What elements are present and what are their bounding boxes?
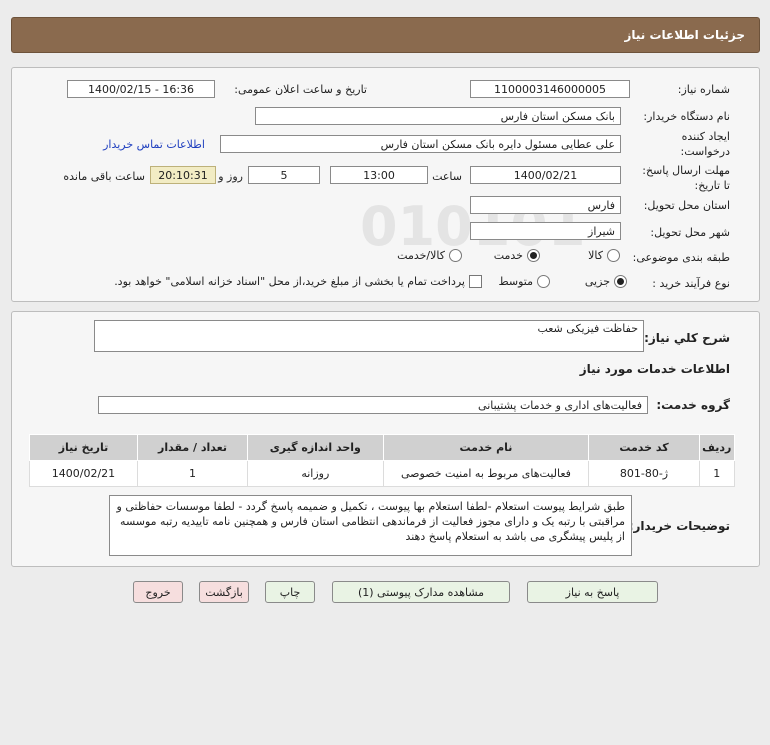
print-button[interactable]: چاپ (265, 581, 315, 603)
buyer-org-label: نام دستگاه خریدار: (643, 110, 730, 123)
city-label: شهر محل تحویل: (650, 226, 730, 239)
column-header-need-date: تاریخ نیاز (29, 434, 138, 461)
radio-selected-icon[interactable] (614, 275, 627, 288)
days-remaining-field: 5 (248, 166, 320, 184)
service-group-label: گروه خدمت: (656, 398, 730, 412)
deadline-time-label: ساعت (432, 170, 462, 183)
deadline-label-line-1: مهلت ارسال پاسخ: (642, 164, 730, 177)
summary-label: شرح کلي نياز: (644, 331, 730, 345)
back-button[interactable]: بازگشت (199, 581, 249, 603)
column-header-quantity: تعداد / مقدار (136, 434, 249, 461)
table-header-row: ردیف کد خدمت نام خدمت واحد اندازه گیری ت… (29, 434, 736, 461)
deadline-label-line-2: تا تاریخ: (694, 179, 730, 192)
column-header-service-name: نام خدمت (382, 434, 590, 461)
days-label: روز و (218, 170, 243, 183)
announce-date-label: تاریخ و ساعت اعلان عمومی: (234, 83, 367, 96)
column-header-unit: واحد اندازه گیری (247, 434, 384, 461)
services-table: ردیف کد خدمت نام خدمت واحد اندازه گیری ت… (29, 434, 736, 487)
column-header-service-code: کد خدمت (588, 434, 700, 461)
summary-field: حفاظت فیزیکی شعب (94, 320, 644, 352)
province-field: فارس (470, 196, 621, 214)
deadline-date-field: 1400/02/21 (470, 166, 621, 184)
column-header-row-number: ردیف (698, 434, 736, 461)
remaining-time-field: 20:10:31 (150, 166, 216, 184)
need-number-field: 1100003146000005 (470, 80, 630, 98)
creator-label-line-1: ایجاد کننده (681, 130, 730, 143)
reply-to-need-button[interactable]: پاسخ به نیاز (527, 581, 658, 603)
cell-need-date: 1400/02/21 (29, 460, 138, 487)
category-label: طبقه بندی موضوعی: (632, 251, 730, 264)
cell-service-name: فعالیت‌های مربوط به امنیت خصوصی (382, 460, 590, 487)
radio-icon[interactable] (607, 249, 620, 262)
creator-label-line-2: درخواست: (680, 145, 730, 158)
process-option-medium[interactable]: متوسط (498, 275, 550, 288)
province-label: استان محل تحویل: (643, 199, 730, 212)
services-table-wrapper: ردیف کد خدمت نام خدمت واحد اندازه گیری ت… (29, 434, 736, 487)
city-field: شیراز (470, 222, 621, 240)
table-row: 1 ژ-80-801 فعالیت‌های مربوط به امنیت خصو… (29, 460, 736, 487)
exit-button[interactable]: خروج (133, 581, 183, 603)
process-type-label: نوع فرآیند خرید : (652, 277, 730, 290)
announce-date-field: 1400/02/15 - 16:36 (67, 80, 215, 98)
buyer-notes-label: توضیحات خریدار: (628, 519, 730, 533)
buyer-notes-field: طبق شرایط پیوست استعلام -لطفا استعلام به… (109, 495, 632, 556)
cell-unit: روزانه (247, 460, 384, 487)
creator-field: علی عطایی مسئول دایره بانک مسکن استان فا… (220, 135, 621, 153)
page-title: جزئیات اطلاعات نیاز (624, 28, 745, 42)
treasury-payment-option[interactable]: پرداخت تمام یا بخشی از مبلغ خرید،از محل … (114, 275, 482, 288)
radio-icon[interactable] (537, 275, 550, 288)
radio-selected-icon[interactable] (527, 249, 540, 262)
remaining-time-label: ساعت باقی مانده (63, 170, 145, 183)
category-option-goods-service[interactable]: کالا/خدمت (397, 249, 462, 262)
cell-quantity: 1 (136, 460, 249, 487)
service-group-field: فعالیت‌های اداری و خدمات پشتیبانی (98, 396, 648, 414)
need-info-panel (11, 67, 760, 302)
cell-row-number: 1 (698, 460, 736, 487)
category-option-service[interactable]: خدمت (494, 249, 540, 262)
deadline-time-field: 13:00 (330, 166, 428, 184)
view-attachments-button[interactable]: مشاهده مدارک پیوستی (1) (332, 581, 510, 603)
checkbox-icon[interactable] (469, 275, 482, 288)
need-number-label: شماره نیاز: (677, 83, 730, 96)
buyer-org-field: بانک مسکن استان فارس (255, 107, 621, 125)
cell-service-code: ژ-80-801 (588, 460, 700, 487)
services-heading: اطلاعات خدمات مورد نیاز (579, 362, 730, 376)
buyer-contact-link[interactable]: اطلاعات تماس خریدار (103, 138, 205, 151)
process-option-minor[interactable]: جزیی (585, 275, 627, 288)
category-option-goods[interactable]: کالا (588, 249, 620, 262)
radio-icon[interactable] (449, 249, 462, 262)
page-header: جزئیات اطلاعات نیاز (11, 17, 760, 53)
